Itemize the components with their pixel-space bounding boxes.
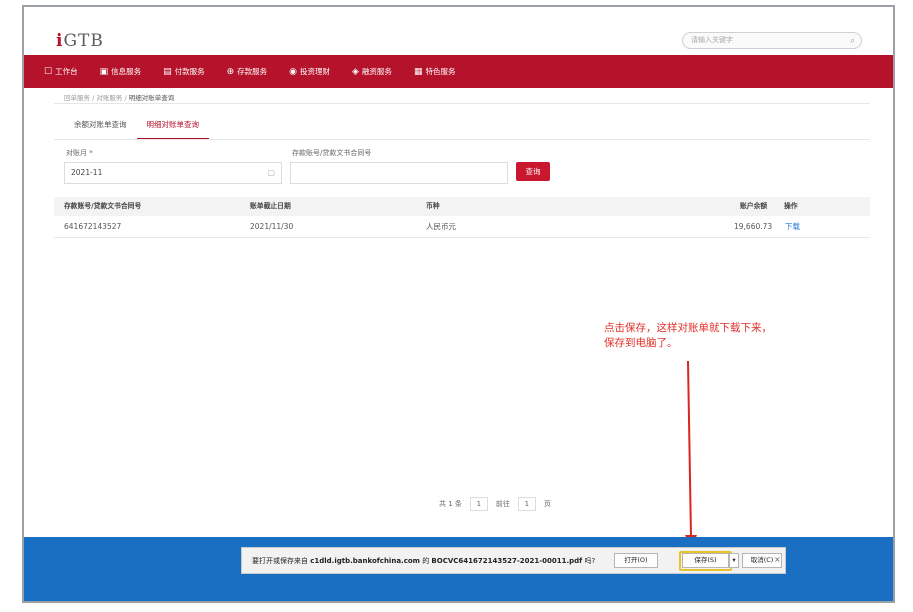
column-header: 存款账号/贷款文书合同号 — [64, 202, 142, 210]
calendar-icon[interactable]: ▢ — [267, 163, 275, 183]
total-count: 共 1 条 — [439, 500, 462, 508]
deposit-icon: ⊕ — [226, 66, 235, 77]
download-link[interactable]: 下载 — [785, 216, 800, 238]
table-header: 存款账号/贷款文书合同号 账单截止日期 币种 账户余额 操作 — [54, 197, 870, 216]
tab-bar: 余额对账单查询 明细对账单查询 — [64, 110, 209, 140]
currency: 人民币元 — [426, 222, 456, 231]
nav-item-deposit[interactable]: ⊕ 存款服务 — [227, 66, 268, 77]
invest-icon: ◉ — [289, 66, 298, 77]
save-options-dropdown[interactable]: ▾ — [729, 553, 739, 568]
query-button[interactable]: 查询 — [516, 162, 550, 181]
balance: 19,660.73 — [734, 222, 773, 231]
nav-item-payment[interactable]: ▤ 付款服务 — [163, 66, 205, 77]
payment-icon: ▤ — [163, 66, 172, 77]
column-header: 币种 — [426, 202, 440, 210]
nav-item-invest[interactable]: ◉ 投资理财 — [289, 66, 330, 77]
account-label: 存款账号/贷款文书合同号 — [292, 149, 372, 157]
nav-item-info[interactable]: ▣ 信息服务 — [100, 66, 142, 77]
breadcrumb-item[interactable]: 对账服务 — [96, 94, 122, 102]
igtb-logo: iGTB — [56, 31, 104, 51]
download-prompt: 要打开或保存来自 c1dld.igtb.bankofchina.com 的 BO… — [252, 557, 596, 565]
account-number: 641672143527 — [64, 222, 122, 231]
goto-label: 前往 — [495, 500, 510, 508]
save-button[interactable]: 保存(S) — [682, 553, 729, 568]
statement-date: 2021/11/30 — [250, 222, 294, 231]
annotation-note: 点击保存，这样对账单就下载下来，保存到电脑了。 — [604, 322, 772, 349]
open-button[interactable]: 打开(O) — [614, 553, 658, 568]
divider — [54, 139, 870, 140]
download-filename: BOCVC641672143527-2021-00011.pdf — [431, 557, 583, 565]
goto-page-input[interactable]: 1 — [517, 497, 536, 511]
annotation-arrow — [685, 360, 697, 549]
close-icon[interactable]: × — [774, 555, 781, 564]
month-label: 对账月 * — [66, 149, 93, 157]
nav-item-special[interactable]: ▦ 特色服务 — [414, 66, 456, 77]
page-number[interactable]: 1 — [469, 497, 488, 511]
page-unit: 页 — [543, 500, 551, 508]
divider — [54, 103, 870, 104]
browser-frame: iGTB 请输入关键字 ⌕ ☐ 工作台 ▣ 信息服务 ▤ 付款服务 ⊕ 存款服务 ◉ 投资理… — [22, 5, 895, 603]
main-nav: ☐ 工作台 ▣ 信息服务 ▤ 付款服务 ⊕ 存款服务 ◉ 投资理财 ◈ 融资服务 ▦ 特色服务 — [24, 55, 893, 88]
column-header: 账单截止日期 — [250, 202, 291, 210]
nav-item-finance[interactable]: ◈ 融资服务 — [352, 66, 392, 77]
table-row: 641672143527 2021/11/30 人民币元 19,660.73 下… — [54, 216, 870, 238]
column-header: 操作 — [784, 202, 798, 210]
download-host: c1dld.igtb.bankofchina.com — [310, 557, 420, 565]
search-input[interactable]: 请输入关键字 ⌕ — [682, 32, 862, 49]
info-icon: ▣ — [99, 66, 109, 77]
month-field[interactable]: 2021-11 ▢ — [64, 162, 282, 184]
column-header: 账户余额 — [740, 202, 768, 210]
finance-icon: ◈ — [352, 66, 359, 77]
search-icon[interactable]: ⌕ — [850, 34, 855, 49]
special-icon: ▦ — [413, 66, 423, 77]
workbench-icon: ☐ — [44, 66, 53, 77]
download-notification-bar: 要打开或保存来自 c1dld.igtb.bankofchina.com 的 BO… — [241, 547, 786, 574]
account-field[interactable] — [290, 162, 508, 184]
pagination: 共 1 条 1 前往 1 页 — [439, 497, 551, 511]
tab-balance-statement[interactable]: 余额对账单查询 — [64, 110, 137, 140]
breadcrumb: 回单服务 / 对账服务 / 明细对账单查询 — [64, 94, 175, 102]
breadcrumb-item[interactable]: 回单服务 — [64, 94, 90, 102]
tab-detail-statement[interactable]: 明细对账单查询 — [136, 110, 209, 140]
nav-item-workbench[interactable]: ☐ 工作台 — [44, 66, 78, 77]
breadcrumb-current: 明细对账单查询 — [128, 94, 175, 102]
